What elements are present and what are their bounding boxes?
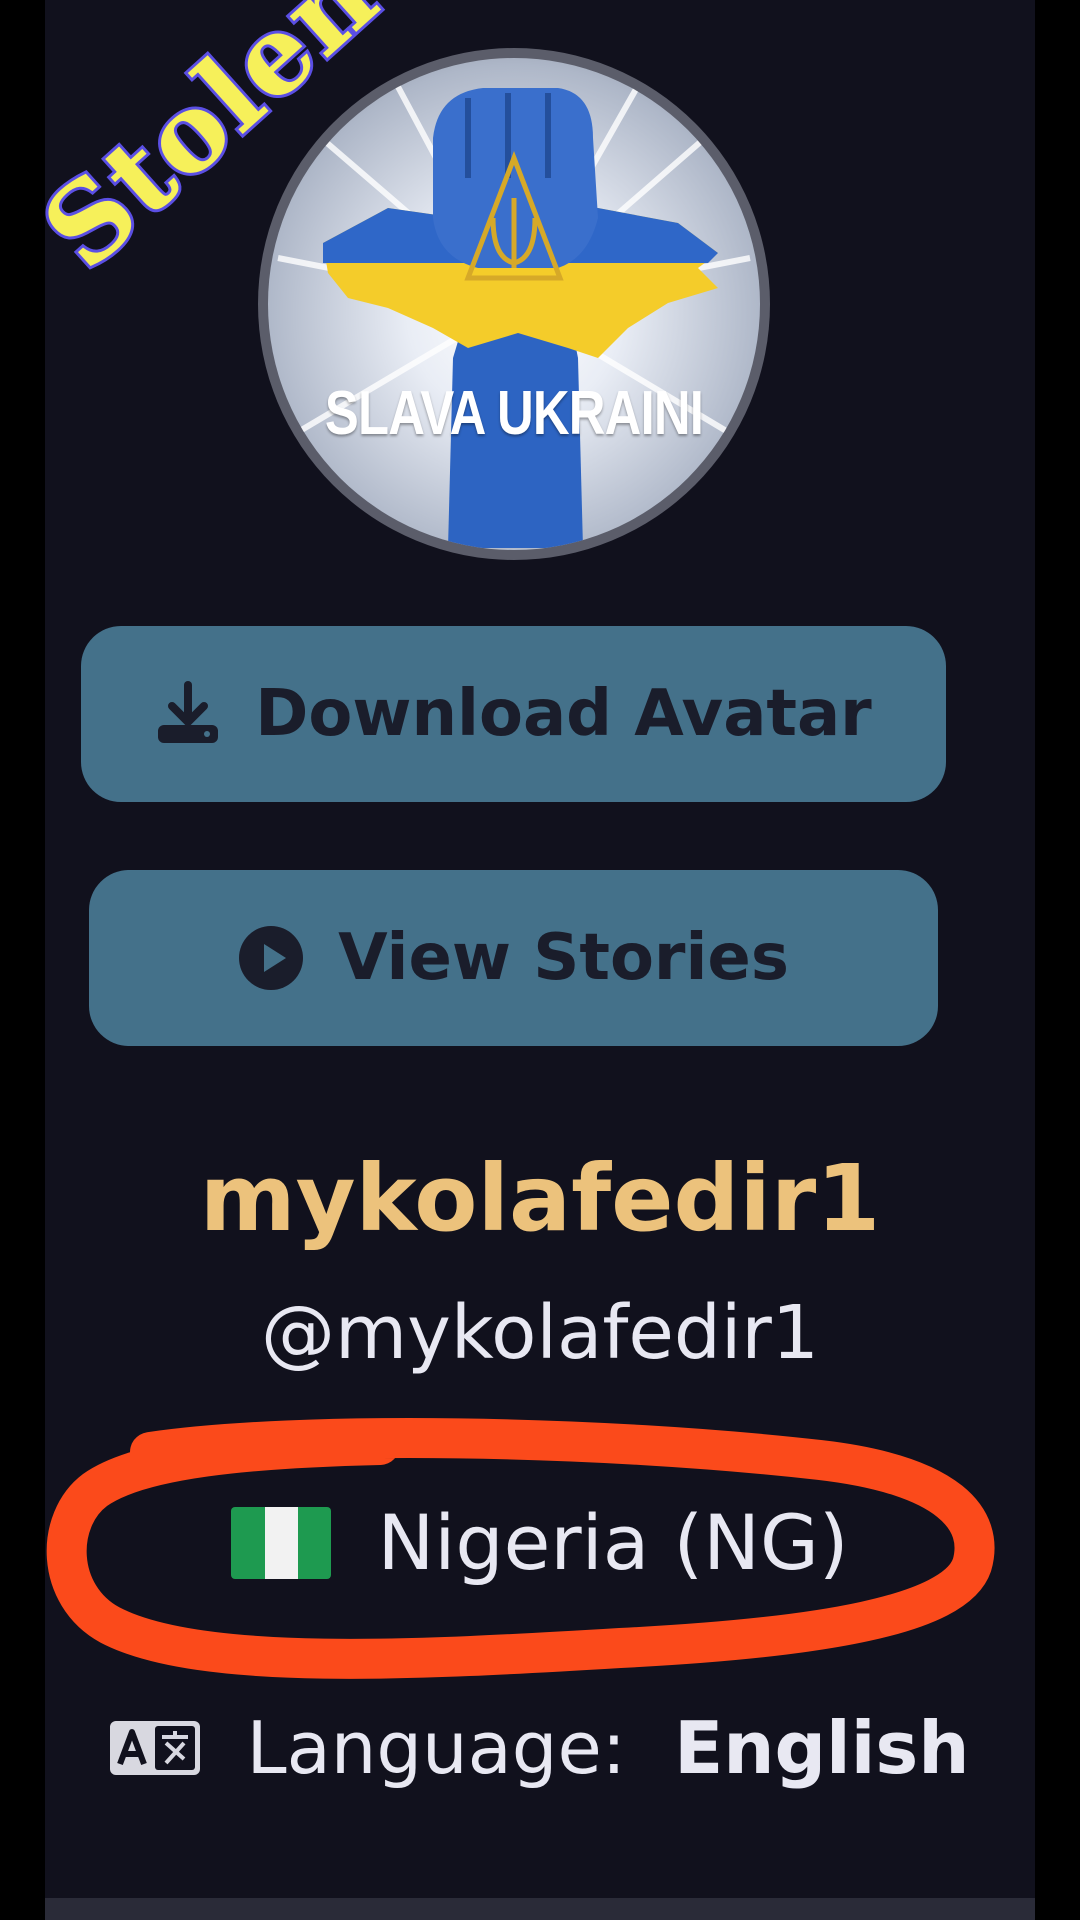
display-name: mykolafedir1 <box>199 1145 881 1252</box>
translate-icon <box>110 1721 201 1775</box>
language-row: Language: English <box>0 1706 1080 1790</box>
download-avatar-button[interactable]: Download Avatar <box>81 626 946 802</box>
avatar-caption: SLAVA UKRAINI <box>324 379 704 448</box>
play-circle-icon <box>238 925 304 991</box>
country-row: Nigeria (NG) <box>0 1498 1080 1587</box>
language-value: English <box>674 1706 970 1790</box>
language-label: Language: <box>246 1706 627 1790</box>
username-handle: @mykolafedir1 <box>261 1290 819 1376</box>
bottom-bar <box>45 1898 1035 1920</box>
view-stories-button[interactable]: View Stories <box>89 870 938 1046</box>
download-avatar-label: Download Avatar <box>255 677 872 751</box>
view-stories-label: View Stories <box>338 921 789 995</box>
avatar-image: SLAVA UKRAINI <box>268 58 760 550</box>
profile-avatar: SLAVA UKRAINI <box>258 48 770 560</box>
country-label: Nigeria (NG) <box>377 1498 849 1587</box>
raised-fist-ukraine-map-icon <box>277 66 751 548</box>
download-icon <box>155 681 221 747</box>
nigeria-flag-icon <box>231 1506 332 1579</box>
